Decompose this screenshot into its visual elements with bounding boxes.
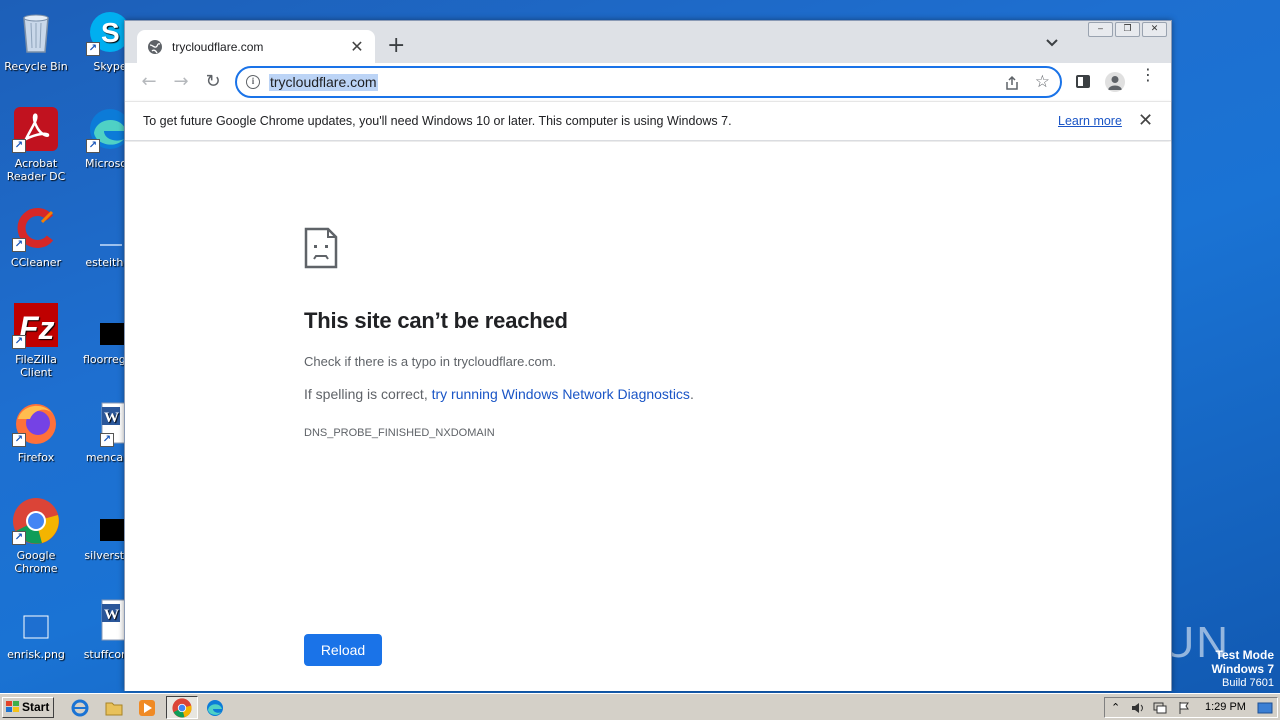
chrome-icon: ↗ [12,497,60,545]
ccleaner-icon: ↗ [12,204,60,252]
desktop-icon-label: Firefox [17,451,55,464]
share-icon[interactable] [1004,75,1020,91]
tab-trycloudflare[interactable]: trycloudflare.com ✕ [137,30,375,63]
volume-icon[interactable] [1131,701,1145,715]
side-panel-icon[interactable] [1076,75,1090,88]
edge-icon[interactable] [205,698,225,718]
chrome-window: trycloudflare.com ✕ + ‒ ❐ ✕ ← → ↻ i tryc… [124,20,1172,691]
learn-more-link[interactable]: Learn more [1058,114,1122,128]
address-bar[interactable]: i trycloudflare.com ☆ [235,66,1062,98]
shortcut-arrow-icon: ↗ [12,139,26,153]
test-mode-notice: Test Mode Windows 7 Build 7601 [1211,648,1274,690]
new-tab-button[interactable]: + [387,35,405,57]
error-title: This site can’t be reached [304,308,568,333]
back-button[interactable]: ← [138,71,160,93]
acrobat-icon: ↗ [12,105,60,153]
error-code: DNS_PROBE_FINISHED_NXDOMAIN [304,427,495,439]
svg-text:W: W [104,607,119,623]
error-suggestion: If spelling is correct, try running Wind… [304,386,694,402]
svg-text:S: S [101,17,120,48]
error-page: This site can’t be reached Check if ther… [125,142,1171,691]
chrome-icon [172,698,192,718]
update-infobar: To get future Google Chrome updates, you… [125,101,1171,141]
start-label: Start [22,700,50,714]
windows-flag-icon [6,701,19,712]
error-suggestion-suffix: . [689,386,694,402]
desktop-icon-firefox[interactable]: ↗ Firefox [0,399,72,464]
infobar-close-icon[interactable]: ✕ [1138,110,1153,131]
error-suggestion-prefix: If spelling is correct, [304,386,432,402]
shortcut-arrow-icon: ↗ [12,335,26,349]
desktop-icon-recycle-bin[interactable]: Recycle Bin [0,8,72,73]
recycle-bin-icon [12,8,60,56]
shortcut-arrow-icon: ↗ [12,531,26,545]
bookmark-star-icon[interactable]: ☆ [1035,72,1050,92]
address-url[interactable]: trycloudflare.com [269,74,378,91]
shortcut-arrow-icon: ↗ [12,238,26,252]
chevron-down-icon[interactable] [1045,37,1059,49]
kebab-menu-icon[interactable]: ⋮ [1140,67,1156,83]
window-controls: ‒ ❐ ✕ [1088,22,1167,37]
shortcut-arrow-icon: ↗ [100,433,114,447]
network-icon[interactable] [1153,701,1167,715]
show-desktop-icon[interactable] [1257,701,1273,715]
tab-title: trycloudflare.com [172,39,264,54]
desktop-icon-chrome[interactable]: ↗ Google Chrome [0,497,72,575]
tray-expand-icon[interactable]: ⌃ [1111,701,1120,714]
image-file-icon [12,596,60,644]
profile-avatar-icon[interactable] [1105,72,1125,92]
desktop-icon-label: enrisk.png [7,648,65,661]
start-button[interactable]: Start [2,697,54,718]
sad-page-icon [304,227,338,269]
desktop-icon-enrisk[interactable]: enrisk.png [0,596,72,661]
restore-button[interactable]: ❐ [1115,22,1140,37]
info-icon[interactable]: i [246,75,260,89]
desktop-icon-label: Acrobat Reader DC [6,157,66,183]
shortcut-arrow-icon: ↗ [86,139,100,153]
forward-button[interactable]: → [170,71,192,93]
shortcut-arrow-icon: ↗ [86,42,100,56]
reload-icon[interactable]: ↻ [202,71,224,93]
test-mode-line2: Windows 7 [1211,662,1274,676]
media-player-icon[interactable] [137,698,157,718]
taskbar-chrome-button[interactable] [166,696,198,719]
test-mode-line1: Test Mode [1215,648,1274,662]
filezilla-icon: Fz ↗ [12,301,60,349]
desktop-icon-label: Google Chrome [14,549,58,575]
desktop-icon-label: FileZilla Client [15,353,57,379]
internet-explorer-icon[interactable] [70,698,90,718]
toolbar: ← → ↻ i trycloudflare.com ☆ ⋮ [125,63,1171,101]
tab-close-icon[interactable]: ✕ [349,37,365,56]
error-hint: Check if there is a typo in trycloudflar… [304,354,557,369]
shortcut-arrow-icon: ↗ [12,433,26,447]
desktop-icon-label: Recycle Bin [4,60,68,73]
firefox-icon: ↗ [12,399,60,447]
tab-strip: trycloudflare.com ✕ + ‒ ❐ ✕ [125,21,1171,63]
close-window-button[interactable]: ✕ [1142,22,1167,37]
folder-icon[interactable] [104,698,124,718]
taskbar: Start ⌃ 1:29 PM [0,693,1280,720]
network-diagnostics-link[interactable]: try running Windows Network Diagnostics [432,386,690,402]
svg-text:W: W [104,410,119,426]
action-center-flag-icon[interactable] [1177,701,1191,715]
desktop-icon-ccleaner[interactable]: ↗ CCleaner [0,204,72,269]
desktop-icon-label: CCleaner [10,256,62,269]
minimize-button[interactable]: ‒ [1088,22,1113,37]
system-tray: ⌃ 1:29 PM [1104,697,1278,718]
infobar-message: To get future Google Chrome updates, you… [143,114,732,128]
desktop-icon-acrobat[interactable]: ↗ Acrobat Reader DC [0,105,72,183]
clock[interactable]: 1:29 PM [1205,701,1246,713]
reload-button[interactable]: Reload [304,634,382,666]
desktop-icon-filezilla[interactable]: Fz ↗ FileZilla Client [0,301,72,379]
globe-icon [148,39,162,54]
test-mode-line3: Build 7601 [1222,677,1274,689]
